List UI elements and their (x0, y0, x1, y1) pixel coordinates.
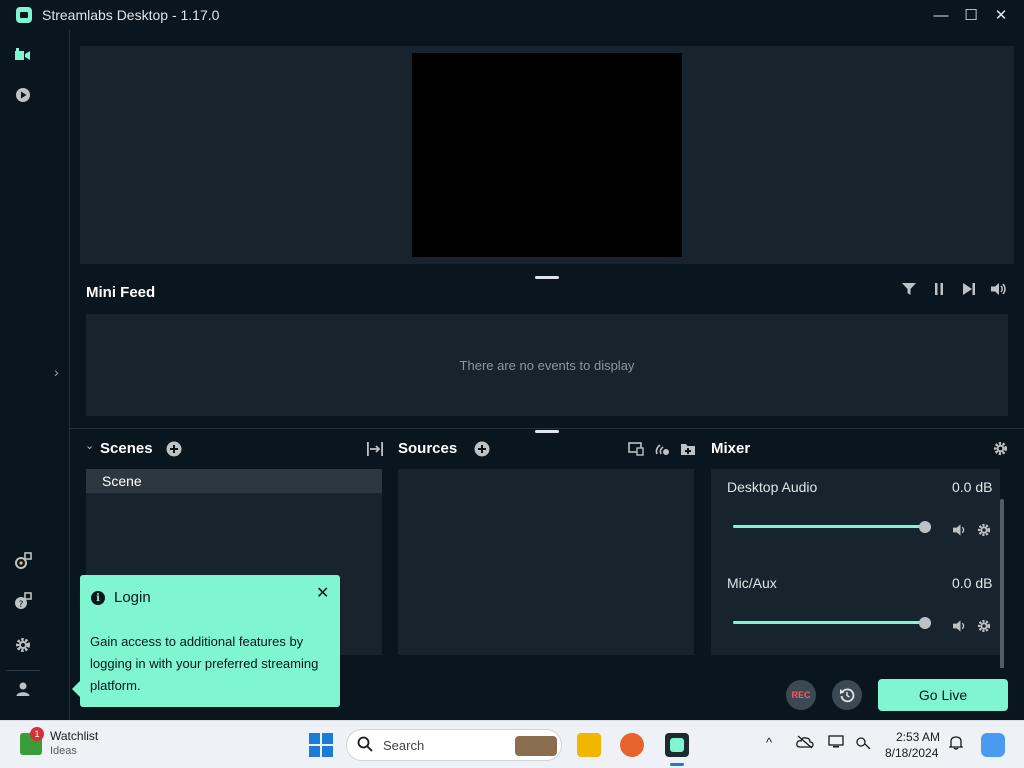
title-bar: Streamlabs Desktop - 1.17.0 — ☐ ✕ (0, 0, 1024, 30)
volume-slider-thumb[interactable] (919, 617, 931, 629)
settings-icon[interactable] (14, 636, 32, 654)
play-icon[interactable] (14, 86, 32, 104)
mini-feed-title: Mini Feed (86, 284, 156, 301)
chevron-right-icon[interactable]: › (54, 364, 59, 380)
empty-events-message: There are no events to display (459, 357, 635, 373)
volume-slider[interactable] (733, 519, 931, 535)
network-icon[interactable] (855, 735, 871, 752)
volume-slider-fill (733, 525, 925, 528)
volume-slider[interactable] (733, 615, 931, 631)
login-tooltip-message: Gain access to additional features by lo… (90, 634, 319, 693)
mute-icon[interactable] (953, 523, 968, 540)
collapse-strip: › (46, 30, 70, 720)
folder-source-icon[interactable] (680, 441, 696, 460)
notification-badge: 1 (30, 727, 44, 741)
windows-start-icon[interactable] (309, 733, 333, 757)
copilot-icon[interactable] (981, 733, 1005, 757)
screen-source-icon[interactable] (628, 441, 644, 460)
active-app-indicator (670, 763, 684, 766)
search-placeholder: Search (383, 738, 425, 753)
stream-preview-canvas[interactable] (412, 53, 682, 257)
replay-buffer-button[interactable] (832, 680, 862, 710)
volume-icon[interactable] (989, 282, 1009, 299)
mixer-channel-db: 0.0 dB (952, 479, 993, 495)
svg-text:?: ? (19, 600, 24, 610)
mini-feed-panel: There are no events to display (86, 314, 1008, 416)
record-button[interactable]: REC (786, 680, 816, 710)
notification-bell-icon[interactable] (948, 735, 964, 753)
chevron-up-icon[interactable]: ^ (766, 735, 772, 750)
streamlabs-taskbar-icon[interactable] (665, 733, 689, 757)
volume-slider-thumb[interactable] (919, 521, 931, 533)
mixer-channel-name: Mic/Aux (727, 575, 777, 591)
chevron-down-icon[interactable]: ⌄ (85, 439, 94, 452)
close-tooltip-icon[interactable]: ✕ (316, 583, 329, 603)
sources-list (398, 469, 694, 655)
login-tooltip-title: Login (114, 589, 151, 606)
left-nav: ? (0, 30, 46, 720)
display-icon[interactable] (828, 735, 846, 752)
sources-title: Sources (398, 440, 458, 457)
file-explorer-icon[interactable] (577, 733, 601, 757)
feed-resize-handle[interactable] (535, 430, 559, 433)
widget-title[interactable]: Watchlist (50, 729, 98, 743)
mute-icon[interactable] (953, 619, 968, 636)
mixer-title: Mixer (711, 440, 751, 457)
search-highlight-image (515, 736, 557, 756)
taskbar-search[interactable]: Search (346, 729, 562, 761)
add-source-icon[interactable] (474, 441, 490, 460)
window-title: Streamlabs Desktop - 1.17.0 (42, 7, 220, 23)
mixer-panel: Desktop Audio 0.0 dB Mic/Aux 0.0 dB (711, 469, 1000, 655)
clock-date[interactable]: 8/18/2024 (885, 746, 938, 760)
firefox-icon[interactable] (620, 733, 644, 757)
replay-icon (840, 688, 855, 703)
help-icon[interactable]: ? (14, 592, 32, 610)
scene-list-item[interactable]: Scene (86, 469, 382, 493)
volume-slider-fill (733, 621, 925, 624)
mixer-channel-name: Desktop Audio (727, 479, 818, 495)
maximize-button[interactable]: ☐ (956, 0, 986, 30)
user-icon[interactable] (14, 680, 32, 698)
link-icon[interactable] (14, 552, 32, 570)
mixer-settings-icon[interactable] (993, 441, 1008, 459)
preview-resize-handle[interactable] (535, 276, 559, 279)
scene-transitions-icon[interactable] (367, 441, 383, 460)
mixer-channel-db: 0.0 dB (952, 575, 993, 591)
editor-icon[interactable] (14, 46, 32, 64)
info-icon: i (91, 591, 105, 605)
scenes-title: Scenes (100, 440, 153, 457)
preview-area (80, 46, 1014, 264)
login-tooltip: i Login ✕ Gain access to additional feat… (72, 575, 340, 707)
audio-source-icon[interactable] (654, 441, 670, 460)
go-live-button[interactable]: Go Live (878, 679, 1008, 711)
channel-settings-icon[interactable] (977, 523, 991, 540)
clock-time[interactable]: 2:53 AM (896, 730, 940, 744)
add-scene-icon[interactable] (166, 441, 182, 460)
filter-icon[interactable] (899, 282, 919, 299)
onedrive-icon[interactable] (796, 735, 814, 752)
widget-subtitle: Ideas (50, 745, 77, 757)
nav-divider (6, 670, 40, 671)
minimize-button[interactable]: — (926, 0, 956, 30)
mixer-scrollbar[interactable] (1000, 499, 1004, 683)
skip-next-icon[interactable] (959, 282, 979, 299)
pause-icon[interactable] (929, 282, 949, 299)
streamlabs-logo-icon (16, 7, 32, 23)
search-icon (357, 736, 373, 756)
channel-settings-icon[interactable] (977, 619, 991, 636)
taskbar: 1 Watchlist Ideas Search ^ 2:53 AM 8/18/… (0, 720, 1024, 768)
close-button[interactable]: ✕ (986, 0, 1016, 30)
